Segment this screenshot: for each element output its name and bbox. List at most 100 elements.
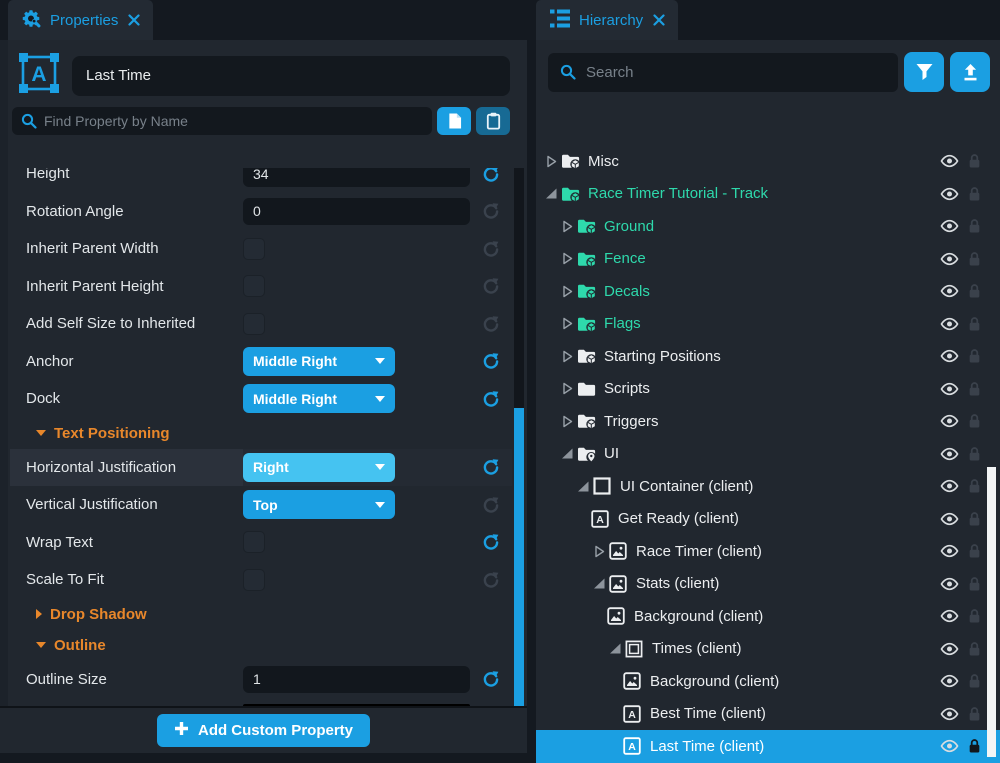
tree-row-starting-positions[interactable]: Starting Positions — [536, 340, 1000, 373]
paste-properties-button[interactable] — [476, 107, 510, 135]
add-custom-property-button[interactable]: Add Custom Property — [157, 714, 370, 747]
outline-size-input[interactable]: 1 — [243, 666, 470, 693]
close-icon[interactable] — [128, 14, 140, 26]
lock-icon[interactable] — [968, 316, 981, 332]
tree-row-fence[interactable]: Fence — [536, 243, 1000, 276]
lock-icon[interactable] — [968, 543, 981, 559]
height-input[interactable]: 34 — [243, 168, 470, 187]
tree-row-decals[interactable]: Decals — [536, 275, 1000, 308]
visibility-eye-icon[interactable] — [940, 739, 959, 753]
reset-icon[interactable] — [482, 571, 500, 589]
properties-scrollbar-thumb[interactable] — [514, 408, 524, 706]
lock-icon[interactable] — [968, 511, 981, 527]
dock-dropdown[interactable]: Middle Right — [243, 384, 395, 413]
reset-icon[interactable] — [482, 202, 500, 220]
vertical-justification-dropdown[interactable]: Top — [243, 490, 395, 519]
lock-icon[interactable] — [968, 186, 981, 202]
collapse-arrow-icon[interactable] — [606, 642, 624, 655]
filter-button[interactable] — [904, 52, 944, 92]
collapse-arrow-icon[interactable] — [542, 187, 560, 200]
add-self-size-to-inherited-checkbox[interactable] — [243, 313, 265, 335]
expand-arrow-icon[interactable] — [558, 252, 576, 265]
tree-row-ui[interactable]: UI — [536, 438, 1000, 471]
lock-icon[interactable] — [968, 348, 981, 364]
rotation-angle-input[interactable]: 0 — [243, 198, 470, 225]
visibility-eye-icon[interactable] — [940, 642, 959, 656]
property-search-input[interactable] — [12, 107, 432, 135]
inherit-parent-width-checkbox[interactable] — [243, 238, 265, 260]
reset-icon[interactable] — [482, 390, 500, 408]
expand-arrow-icon[interactable] — [558, 382, 576, 395]
visibility-eye-icon[interactable] — [940, 707, 959, 721]
collapse-arrow-icon[interactable] — [574, 480, 592, 493]
tree-row-get-ready-client[interactable]: AGet Ready (client) — [536, 503, 1000, 536]
lock-icon[interactable] — [968, 283, 981, 299]
visibility-eye-icon[interactable] — [940, 414, 959, 428]
visibility-eye-icon[interactable] — [940, 317, 959, 331]
lock-icon[interactable] — [968, 446, 981, 462]
visibility-eye-icon[interactable] — [940, 219, 959, 233]
expand-arrow-icon[interactable] — [558, 220, 576, 233]
section-header-text-positioning[interactable]: Text Positioning — [10, 418, 527, 449]
tree-row-background-client[interactable]: Background (client) — [536, 665, 1000, 698]
tab-hierarchy[interactable]: Hierarchy — [536, 0, 678, 40]
visibility-eye-icon[interactable] — [940, 544, 959, 558]
lock-icon[interactable] — [968, 218, 981, 234]
tree-row-triggers[interactable]: Triggers — [536, 405, 1000, 438]
scale-to-fit-checkbox[interactable] — [243, 569, 265, 591]
visibility-eye-icon[interactable] — [940, 609, 959, 623]
reset-icon[interactable] — [482, 458, 500, 476]
lock-icon[interactable] — [968, 608, 981, 624]
tree-row-race-timer-tutorial-track[interactable]: Race Timer Tutorial - Track — [536, 178, 1000, 211]
tab-properties[interactable]: Properties — [8, 0, 153, 40]
visibility-eye-icon[interactable] — [940, 187, 959, 201]
reset-icon[interactable] — [482, 277, 500, 295]
object-name-field[interactable] — [72, 56, 510, 96]
visibility-eye-icon[interactable] — [940, 674, 959, 688]
expand-arrow-icon[interactable] — [590, 545, 608, 558]
close-icon[interactable] — [653, 14, 665, 26]
reset-icon[interactable] — [482, 496, 500, 514]
wrap-text-checkbox[interactable] — [243, 531, 265, 553]
reset-icon[interactable] — [482, 352, 500, 370]
tree-row-ui-container-client[interactable]: UI Container (client) — [536, 470, 1000, 503]
lock-icon[interactable] — [968, 251, 981, 267]
section-header-outline[interactable]: Outline — [10, 630, 527, 661]
inherit-parent-height-checkbox[interactable] — [243, 275, 265, 297]
lock-icon[interactable] — [968, 641, 981, 657]
lock-icon[interactable] — [968, 478, 981, 494]
visibility-eye-icon[interactable] — [940, 512, 959, 526]
visibility-eye-icon[interactable] — [940, 349, 959, 363]
visibility-eye-icon[interactable] — [940, 252, 959, 266]
visibility-eye-icon[interactable] — [940, 284, 959, 298]
tree-row-last-time-client[interactable]: ALast Time (client) — [536, 730, 1000, 763]
section-header-drop-shadow[interactable]: Drop Shadow — [10, 599, 527, 630]
collapse-arrow-icon[interactable] — [590, 577, 608, 590]
expand-arrow-icon[interactable] — [558, 317, 576, 330]
anchor-dropdown[interactable]: Middle Right — [243, 347, 395, 376]
expand-arrow-icon[interactable] — [558, 350, 576, 363]
tree-row-times-client[interactable]: Times (client) — [536, 633, 1000, 666]
upload-button[interactable] — [950, 52, 990, 92]
lock-icon[interactable] — [968, 381, 981, 397]
lock-icon[interactable] — [968, 153, 981, 169]
lock-icon[interactable] — [968, 738, 981, 754]
reset-icon[interactable] — [482, 240, 500, 258]
expand-arrow-icon[interactable] — [542, 155, 560, 168]
tree-row-ground[interactable]: Ground — [536, 210, 1000, 243]
lock-icon[interactable] — [968, 706, 981, 722]
tree-row-misc[interactable]: Misc — [536, 145, 1000, 178]
horizontal-justification-dropdown[interactable]: Right — [243, 453, 395, 482]
visibility-eye-icon[interactable] — [940, 154, 959, 168]
reset-icon[interactable] — [482, 533, 500, 551]
tree-row-scripts[interactable]: Scripts — [536, 373, 1000, 406]
tree-row-background-client[interactable]: Background (client) — [536, 600, 1000, 633]
hierarchy-scrollbar-thumb[interactable] — [987, 467, 996, 757]
tree-row-race-timer-client[interactable]: Race Timer (client) — [536, 535, 1000, 568]
hierarchy-search-input[interactable] — [548, 53, 898, 92]
visibility-eye-icon[interactable] — [940, 577, 959, 591]
lock-icon[interactable] — [968, 673, 981, 689]
tree-row-flags[interactable]: Flags — [536, 308, 1000, 341]
visibility-eye-icon[interactable] — [940, 479, 959, 493]
copy-properties-button[interactable] — [437, 107, 471, 135]
